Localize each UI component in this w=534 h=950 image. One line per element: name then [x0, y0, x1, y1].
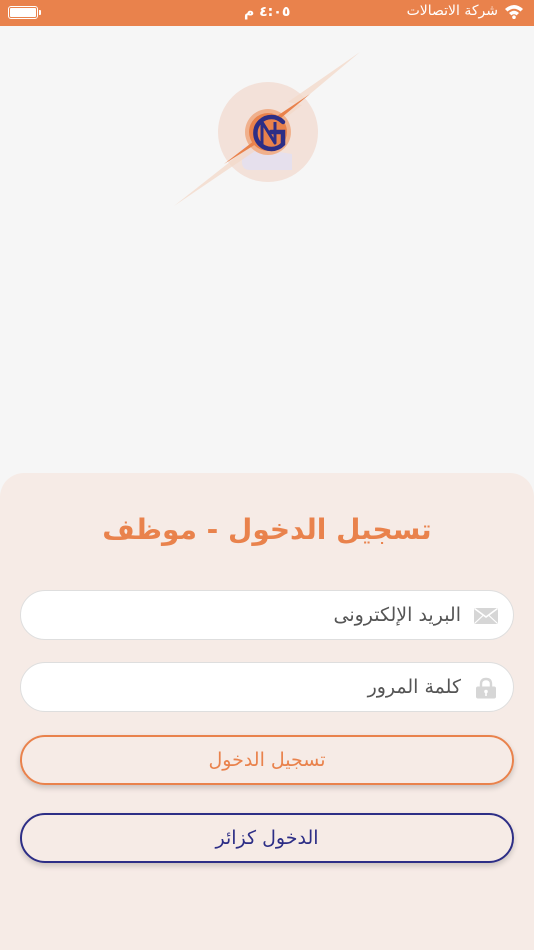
password-field[interactable] [20, 662, 514, 712]
email-field[interactable] [20, 590, 514, 640]
lock-icon [476, 677, 496, 699]
login-button[interactable]: تسجيل الدخول [20, 735, 514, 785]
envelope-icon [474, 607, 498, 624]
guest-login-button[interactable]: الدخول كزائر [20, 813, 514, 863]
battery-icon [8, 6, 41, 19]
carrier-name: شركة الاتصالات [406, 3, 498, 19]
password-input[interactable] [41, 671, 461, 703]
login-title: تسجيل الدخول - موظف [102, 513, 432, 546]
email-input[interactable] [41, 599, 461, 631]
status-time: ٤:٠٥ م [244, 4, 291, 20]
status-carrier-group: شركة الاتصالات [407, 3, 524, 19]
wifi-icon [505, 5, 523, 19]
status-bar: ٤:٠٥ م شركة الاتصالات [0, 0, 534, 26]
company-logo [174, 52, 360, 206]
login-panel: تسجيل الدخول - موظف تسجيل الدخول الدخول … [0, 473, 534, 950]
